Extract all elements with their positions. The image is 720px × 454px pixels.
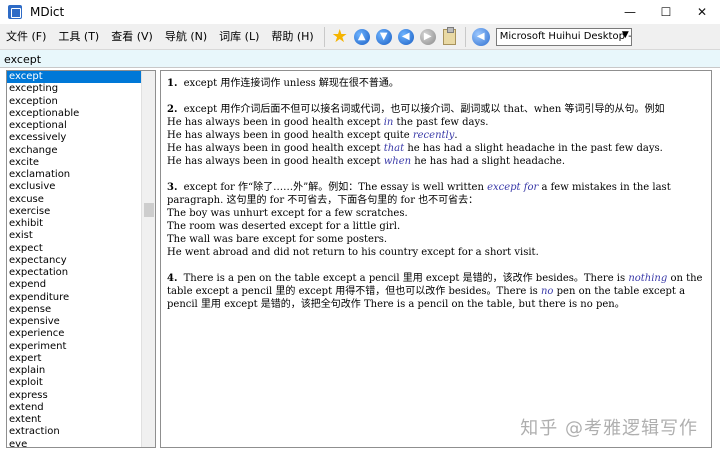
word-list-items: except excepting exception exceptionable exc… — [7, 71, 141, 448]
menu-help[interactable]: 帮助 (H) — [265, 24, 319, 50]
word-list-item[interactable]: expect — [7, 243, 141, 255]
menu-library[interactable]: 词库 (L) — [213, 24, 265, 50]
word-list-item[interactable]: exception — [7, 96, 141, 108]
voice-select-value: Microsoft Huihui Desktop - C — [499, 31, 632, 42]
entry-number: 4. — [167, 273, 178, 284]
star-icon[interactable]: ★ — [331, 27, 349, 46]
word-list[interactable]: except excepting exception exceptionable exc… — [6, 70, 156, 448]
definition-pane: 1. except 用作连接词作 unless 解现在很不普通。 2. exce… — [160, 70, 712, 448]
example-line: He went abroad and did not return to his… — [167, 247, 539, 258]
word-list-item[interactable]: exceptionable — [7, 108, 141, 120]
word-list-item[interactable]: eye — [7, 439, 141, 448]
word-list-item[interactable]: extend — [7, 402, 141, 414]
window-title: MDict — [30, 5, 65, 19]
menu-navigate[interactable]: 导航 (N) — [159, 24, 213, 50]
word-list-item[interactable]: exchange — [7, 145, 141, 157]
word-list-item[interactable]: exclamation — [7, 169, 141, 181]
title-bar: MDict — ☐ ✕ — [0, 0, 720, 24]
word-list-item[interactable]: experiment — [7, 341, 141, 353]
word-list-scrollbar[interactable] — [141, 71, 155, 447]
example-line: He has always been in good health except… — [167, 156, 566, 167]
menu-view[interactable]: 查看 (V) — [105, 24, 159, 50]
word-list-item[interactable]: expend — [7, 279, 141, 291]
word-list-item[interactable]: expert — [7, 353, 141, 365]
word-list-item[interactable]: exist — [7, 230, 141, 242]
entry-text: except 用作连接词作 unless 解现在很不普通。 — [183, 78, 399, 89]
word-list-item[interactable]: excuse — [7, 194, 141, 206]
word-list-item[interactable]: exploit — [7, 377, 141, 389]
word-list-item[interactable]: excepting — [7, 83, 141, 95]
example-line: The wall was bare except for some poster… — [167, 234, 388, 245]
toolbar-separator — [464, 26, 466, 47]
forward-icon[interactable]: ▼ — [375, 28, 393, 46]
word-list-item[interactable]: expensive — [7, 316, 141, 328]
chevron-down-icon: ▼ — [621, 29, 629, 40]
scroll-thumb[interactable] — [144, 203, 154, 217]
previous-icon[interactable]: ◀ — [397, 28, 415, 46]
entry-number: 3. — [167, 182, 178, 193]
next-icon[interactable]: ▶ — [419, 28, 437, 46]
search-bar — [0, 50, 720, 68]
app-icon — [8, 5, 22, 19]
word-list-item[interactable]: expense — [7, 304, 141, 316]
word-list-item[interactable]: expenditure — [7, 292, 141, 304]
entry-text: except 用作介词后面不但可以接名词或代词，也可以接介词、副词或以 that… — [183, 104, 665, 115]
menu-tools[interactable]: 工具 (T) — [52, 24, 105, 50]
word-list-item[interactable]: exceptional — [7, 120, 141, 132]
speaker-icon[interactable]: ◀ — [471, 27, 490, 46]
example-line: He has always been in good health except… — [167, 143, 663, 154]
clipboard-icon[interactable] — [441, 26, 459, 46]
entry-number: 2. — [167, 104, 178, 115]
entry-1: 1. except 用作连接词作 unless 解现在很不普通。 — [167, 77, 705, 90]
menu-file[interactable]: 文件 (F) — [0, 24, 52, 50]
back-icon[interactable]: ▲ — [353, 28, 371, 46]
example-line: The room was deserted except for a littl… — [167, 221, 401, 232]
window-controls: — ☐ ✕ — [612, 0, 720, 24]
word-list-item[interactable]: excite — [7, 157, 141, 169]
search-input[interactable] — [4, 51, 404, 67]
word-list-item[interactable]: excessively — [7, 132, 141, 144]
menu-toolbar: 文件 (F) 工具 (T) 查看 (V) 导航 (N) 词库 (L) 帮助 (H… — [0, 24, 720, 50]
example-line: He has always been in good health except… — [167, 117, 489, 128]
watermark: 知乎 @考雅逻辑写作 — [520, 418, 698, 439]
word-list-item[interactable]: expectancy — [7, 255, 141, 267]
word-list-item[interactable]: extraction — [7, 426, 141, 438]
word-list-item[interactable]: expectation — [7, 267, 141, 279]
entry-number: 1. — [167, 78, 178, 89]
word-list-item[interactable]: express — [7, 390, 141, 402]
close-button[interactable]: ✕ — [684, 0, 720, 24]
voice-select[interactable]: Microsoft Huihui Desktop - C ▼ — [495, 27, 632, 46]
entry-3: 3. except for 作“除了……外”解。例如：The essay is … — [167, 181, 705, 259]
word-list-item[interactable]: except — [7, 71, 141, 84]
word-list-item[interactable]: explain — [7, 365, 141, 377]
entry-2: 2. except 用作介词后面不但可以接名词或代词，也可以接介词、副词或以 t… — [167, 103, 705, 168]
example-line: He has always been in good health except… — [167, 130, 458, 141]
word-list-item[interactable]: exclusive — [7, 181, 141, 193]
toolbar-separator — [323, 26, 325, 47]
word-list-item[interactable]: experience — [7, 328, 141, 340]
example-line: The boy was unhurt except for a few scra… — [167, 208, 408, 219]
word-list-item[interactable]: exercise — [7, 206, 141, 218]
entry-4: 4. There is a pen on the table except a … — [167, 273, 703, 310]
word-list-item[interactable]: extent — [7, 414, 141, 426]
word-list-item[interactable]: exhibit — [7, 218, 141, 230]
minimize-button[interactable]: — — [612, 0, 648, 24]
maximize-button[interactable]: ☐ — [648, 0, 684, 24]
